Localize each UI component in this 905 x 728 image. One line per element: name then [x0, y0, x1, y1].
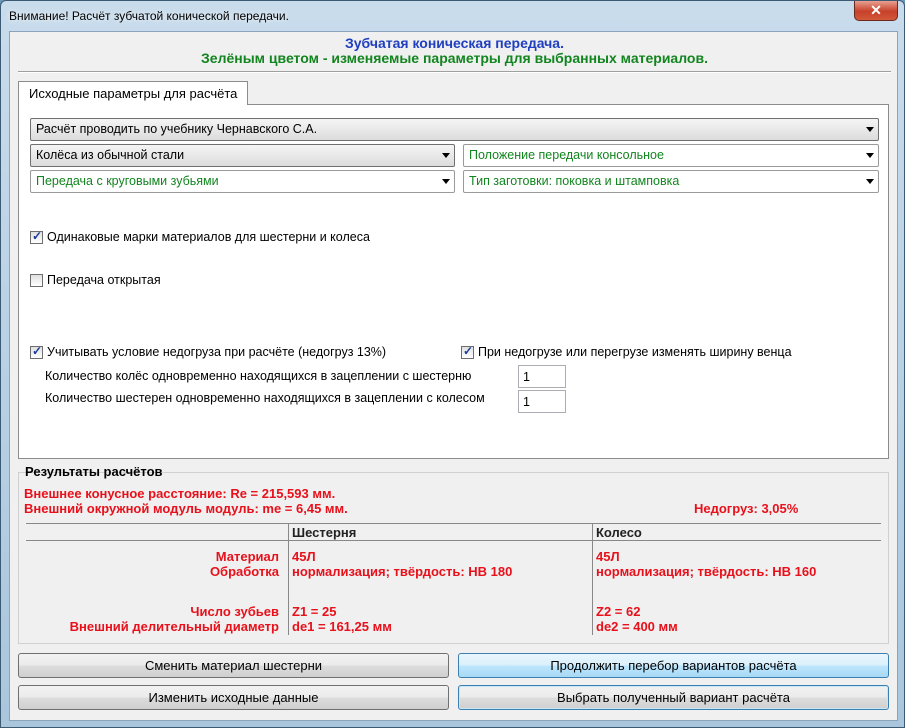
col-wheel-header: Колесо: [596, 525, 642, 540]
wheel-teeth: Z2 = 62: [596, 604, 641, 619]
col-pinion-header: Шестерня: [292, 525, 357, 540]
underload-label: Учитывать условие недогруза при расчёте …: [47, 345, 387, 359]
page-title: Зубчатая коническая передача.: [345, 35, 564, 51]
teeth-type-select-value: Передача с круговыми зубьями: [36, 174, 219, 188]
checkbox-checked-icon[interactable]: [461, 344, 474, 359]
checkbox-checked-icon[interactable]: [30, 344, 43, 359]
close-button[interactable]: ✕: [854, 1, 898, 21]
pinion-treatment: нормализация; твёрдость: НВ 180: [292, 564, 513, 579]
blank-type-select-value: Тип заготовки: поковка и штамповка: [469, 174, 680, 188]
material-select-value: Колёса из обычной стали: [36, 148, 185, 162]
pinions-count-input[interactable]: 1: [518, 390, 566, 413]
pinions-count-label: Количество шестерен одновременно находящ…: [45, 391, 485, 405]
choose-variant-button[interactable]: Выбрать полученный вариант расчёта: [458, 685, 889, 710]
chevron-down-icon: [866, 127, 874, 132]
results-title: Результаты расчётов: [25, 464, 163, 479]
pinion-material: 45Л: [292, 549, 316, 564]
chevron-down-icon: [442, 179, 450, 184]
wheels-count-label: Количество колёс одновременно находящихс…: [45, 369, 472, 383]
position-select[interactable]: Положение передачи консольное: [463, 144, 879, 167]
textbook-select[interactable]: Расчёт проводить по учебнику Чернавского…: [30, 118, 879, 141]
pinion-diameter: de1 = 161,25 мм: [292, 619, 392, 634]
textbook-select-value: Расчёт проводить по учебнику Чернавского…: [36, 122, 318, 136]
table-divider: [26, 523, 881, 524]
teeth-type-select[interactable]: Передача с круговыми зубьями: [30, 170, 455, 193]
divider: [18, 71, 891, 73]
row-diameter-label: Внешний делительный диаметр: [69, 619, 279, 634]
chevron-down-icon: [866, 153, 874, 158]
window-title: Внимание! Расчёт зубчатой конической пер…: [9, 9, 289, 23]
pinion-teeth: Z1 = 25: [292, 604, 337, 619]
checkbox-unchecked-icon[interactable]: [30, 273, 43, 287]
change-width-label: При недогрузе или перегрузе изменять шир…: [478, 345, 792, 359]
main-window: Внимание! Расчёт зубчатой конической пер…: [0, 0, 905, 728]
material-select[interactable]: Колёса из обычной стали: [30, 144, 455, 167]
page-subtitle: Зелёным цветом - изменяемые параметры дл…: [201, 50, 708, 66]
results-group: Результаты расчётов Внешнее конусное рас…: [18, 464, 889, 644]
wheel-diameter: de2 = 400 мм: [596, 619, 678, 634]
title-bar[interactable]: Внимание! Расчёт зубчатой конической пер…: [1, 1, 904, 31]
change-width-checkbox[interactable]: При недогрузе или перегрузе изменять шир…: [461, 344, 792, 359]
wheel-treatment: нормализация; твёрдость: НВ 160: [596, 564, 817, 579]
position-select-value: Положение передачи консольное: [469, 148, 664, 162]
client-area: Зубчатая коническая передача. Зелёным цв…: [9, 31, 898, 721]
same-material-label: Одинаковые марки материалов для шестерни…: [47, 230, 370, 244]
row-material-label: Материал: [215, 549, 279, 564]
change-pinion-material-button[interactable]: Сменить материал шестерни: [18, 653, 449, 678]
same-material-checkbox[interactable]: Одинаковые марки материалов для шестерни…: [30, 229, 370, 244]
open-gear-label: Передача открытая: [47, 273, 161, 287]
change-input-button[interactable]: Изменить исходные данные: [18, 685, 449, 710]
chevron-down-icon: [866, 179, 874, 184]
underload-text: Недогруз: 3,05%: [694, 501, 799, 516]
underload-checkbox[interactable]: Учитывать условие недогруза при расчёте …: [30, 344, 387, 359]
cone-distance-text: Внешнее конусное расстояние: Re = 215,59…: [24, 486, 336, 501]
open-gear-checkbox[interactable]: Передача открытая: [30, 273, 161, 287]
tab-input-params[interactable]: Исходные параметры для расчёта: [18, 81, 249, 105]
table-header-divider: [26, 540, 881, 541]
continue-search-button[interactable]: Продолжить перебор вариантов расчёта: [458, 653, 889, 678]
row-teeth-label: Число зубьев: [190, 604, 279, 619]
blank-type-select[interactable]: Тип заготовки: поковка и штамповка: [463, 170, 879, 193]
wheel-material: 45Л: [596, 549, 620, 564]
tab-panel: Расчёт проводить по учебнику Чернавского…: [18, 104, 889, 459]
wheels-count-input[interactable]: 1: [518, 365, 566, 388]
module-text: Внешний окружной модуль модуль: me = 6,4…: [24, 501, 348, 516]
row-treatment-label: Обработка: [209, 564, 279, 579]
chevron-down-icon: [442, 153, 450, 158]
checkbox-checked-icon[interactable]: [30, 229, 43, 244]
